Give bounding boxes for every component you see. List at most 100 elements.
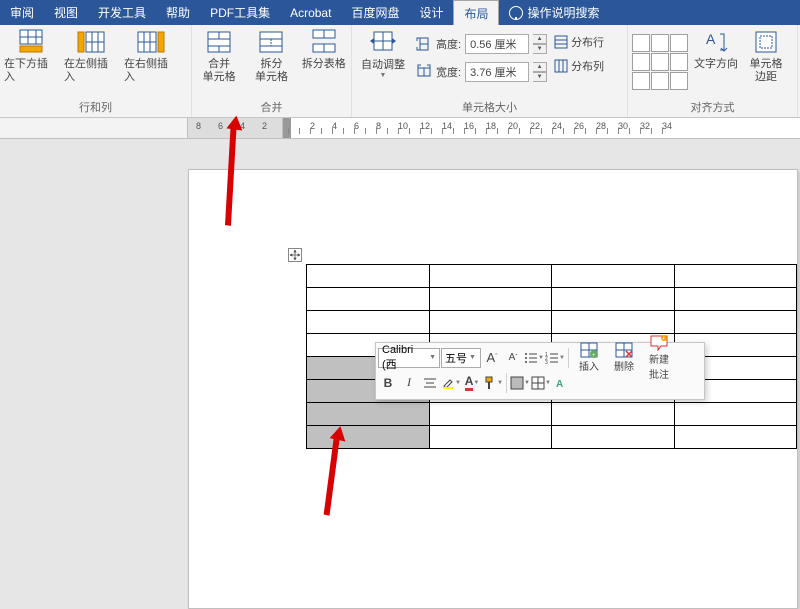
- align-tr[interactable]: [670, 34, 688, 52]
- distribute-rows-button[interactable]: 分布行: [553, 34, 604, 50]
- format-painter-button[interactable]: ▼: [483, 373, 503, 393]
- align-center-icon: [423, 376, 437, 390]
- row-height-icon: [416, 36, 432, 52]
- split-table-button[interactable]: 拆分表格: [301, 28, 347, 71]
- new-comment-l1: 新建: [649, 351, 669, 366]
- bold-button[interactable]: B: [378, 373, 398, 393]
- align-bc[interactable]: [651, 72, 669, 90]
- highlight-icon: [441, 376, 455, 390]
- fontsize-combo[interactable]: 五号▼: [441, 348, 481, 368]
- tab-tellme[interactable]: 操作说明搜索: [499, 0, 609, 25]
- height-input[interactable]: 0.56 厘米: [465, 34, 529, 54]
- merge-cells-icon: [204, 28, 234, 56]
- svg-text:A: A: [556, 379, 563, 390]
- align-tl[interactable]: [632, 34, 650, 52]
- table-row[interactable]: [307, 265, 797, 288]
- width-down[interactable]: ▼: [533, 72, 547, 82]
- styles-button[interactable]: A: [552, 373, 572, 393]
- styles-icon: A: [555, 376, 569, 390]
- borders-button[interactable]: ▼: [531, 373, 551, 393]
- chevron-down-icon: ▼: [429, 354, 436, 361]
- tab-baidu[interactable]: 百度网盘: [341, 0, 409, 25]
- ruler: 8642246810121416182022242628303234: [0, 118, 800, 139]
- cell-margins-button[interactable]: 单元格 边距: [744, 28, 788, 84]
- text-dir-label: 文字方向: [694, 58, 738, 71]
- insert-below-label: 在下方插入: [4, 58, 58, 84]
- merge-cells-l2: 单元格: [203, 71, 236, 84]
- brush-icon: [483, 376, 497, 390]
- align-ml[interactable]: [632, 53, 650, 71]
- borders-icon: [531, 376, 545, 390]
- tab-design[interactable]: 设计: [409, 0, 453, 25]
- tab-layout[interactable]: 布局: [453, 0, 499, 25]
- margins-l2: 边距: [755, 71, 777, 84]
- height-label: 高度:: [436, 36, 461, 52]
- table-row[interactable]: [307, 288, 797, 311]
- annotation-arrow-1: [208, 115, 248, 240]
- tab-review[interactable]: 审阅: [0, 0, 44, 25]
- svg-text:+: +: [662, 336, 665, 342]
- group-align-label: 对齐方式: [632, 97, 793, 117]
- insert-left-button[interactable]: 在左侧插入: [64, 28, 118, 84]
- distribute-cols-button[interactable]: 分布列: [553, 58, 604, 74]
- numbering-button[interactable]: 123▼: [545, 348, 565, 368]
- delete-button[interactable]: 删除: [607, 342, 641, 373]
- shrink-font-button[interactable]: Aˇ: [503, 348, 523, 368]
- autofit-button[interactable]: 自动调整 ▼: [356, 28, 410, 79]
- insert-left-icon: [76, 28, 106, 56]
- font-combo[interactable]: Calibri (西▼: [378, 348, 440, 368]
- group-merge-label: 合并: [196, 97, 347, 117]
- insert-right-button[interactable]: 在右侧插入: [124, 28, 178, 84]
- align-bl[interactable]: [632, 72, 650, 90]
- align-br[interactable]: [670, 72, 688, 90]
- align-mc[interactable]: [651, 53, 669, 71]
- height-up[interactable]: ▲: [533, 34, 547, 44]
- font-color-button[interactable]: A▼: [462, 373, 482, 393]
- highlight-button[interactable]: ▼: [441, 373, 461, 393]
- split-cells-icon: [256, 28, 286, 56]
- align-center-button[interactable]: [420, 373, 440, 393]
- annotation-arrow-2: [310, 425, 350, 530]
- font-value: Calibri (西: [382, 344, 427, 372]
- svg-text:A: A: [706, 31, 716, 47]
- table-row[interactable]: [307, 426, 797, 449]
- col-width-row: 宽度: 3.76 厘米 ▲▼: [416, 62, 547, 82]
- insert-below-button[interactable]: 在下方插入: [4, 28, 58, 84]
- tab-view[interactable]: 视图: [44, 0, 88, 25]
- tab-pdf[interactable]: PDF工具集: [200, 0, 280, 25]
- row-height-row: 高度: 0.56 厘米 ▲▼: [416, 34, 547, 54]
- tab-dev[interactable]: 开发工具: [88, 0, 156, 25]
- width-up[interactable]: ▲: [533, 62, 547, 72]
- autofit-label: 自动调整: [361, 56, 405, 72]
- width-input[interactable]: 3.76 厘米: [465, 62, 529, 82]
- tab-acrobat[interactable]: Acrobat: [280, 0, 341, 25]
- merge-cells-button[interactable]: 合并 单元格: [196, 28, 242, 84]
- table-row[interactable]: [307, 403, 797, 426]
- table-move-handle[interactable]: [288, 248, 302, 262]
- shading-icon: [510, 376, 524, 390]
- group-align: A 文字方向 单元格 边距 对齐方式: [628, 25, 798, 117]
- lightbulb-icon: [509, 6, 523, 20]
- cell-margins-icon: [754, 28, 778, 56]
- italic-button[interactable]: I: [399, 373, 419, 393]
- split-table-label: 拆分表格: [302, 58, 346, 71]
- distribute-cols-icon: [553, 58, 569, 74]
- text-direction-button[interactable]: A 文字方向: [694, 28, 738, 71]
- insert-left-label: 在左侧插入: [64, 58, 118, 84]
- grow-font-button[interactable]: Aˆ: [482, 348, 502, 368]
- height-value: 0.56 厘米: [470, 36, 516, 52]
- table-row[interactable]: [307, 311, 797, 334]
- width-label: 宽度:: [436, 64, 461, 80]
- shading-button[interactable]: ▼: [510, 373, 530, 393]
- document-area: [0, 139, 800, 519]
- tab-help[interactable]: 帮助: [156, 0, 200, 25]
- insert-button[interactable]: + 插入: [572, 342, 606, 373]
- distribute-rows-icon: [553, 34, 569, 50]
- bullets-button[interactable]: ▼: [524, 348, 544, 368]
- align-tc[interactable]: [651, 34, 669, 52]
- align-mr[interactable]: [670, 53, 688, 71]
- height-down[interactable]: ▼: [533, 44, 547, 54]
- split-cells-button[interactable]: 拆分 单元格: [248, 28, 294, 84]
- ruler-main[interactable]: 8642246810121416182022242628303234: [188, 118, 800, 138]
- group-rows-cols-label: 行和列: [4, 97, 187, 117]
